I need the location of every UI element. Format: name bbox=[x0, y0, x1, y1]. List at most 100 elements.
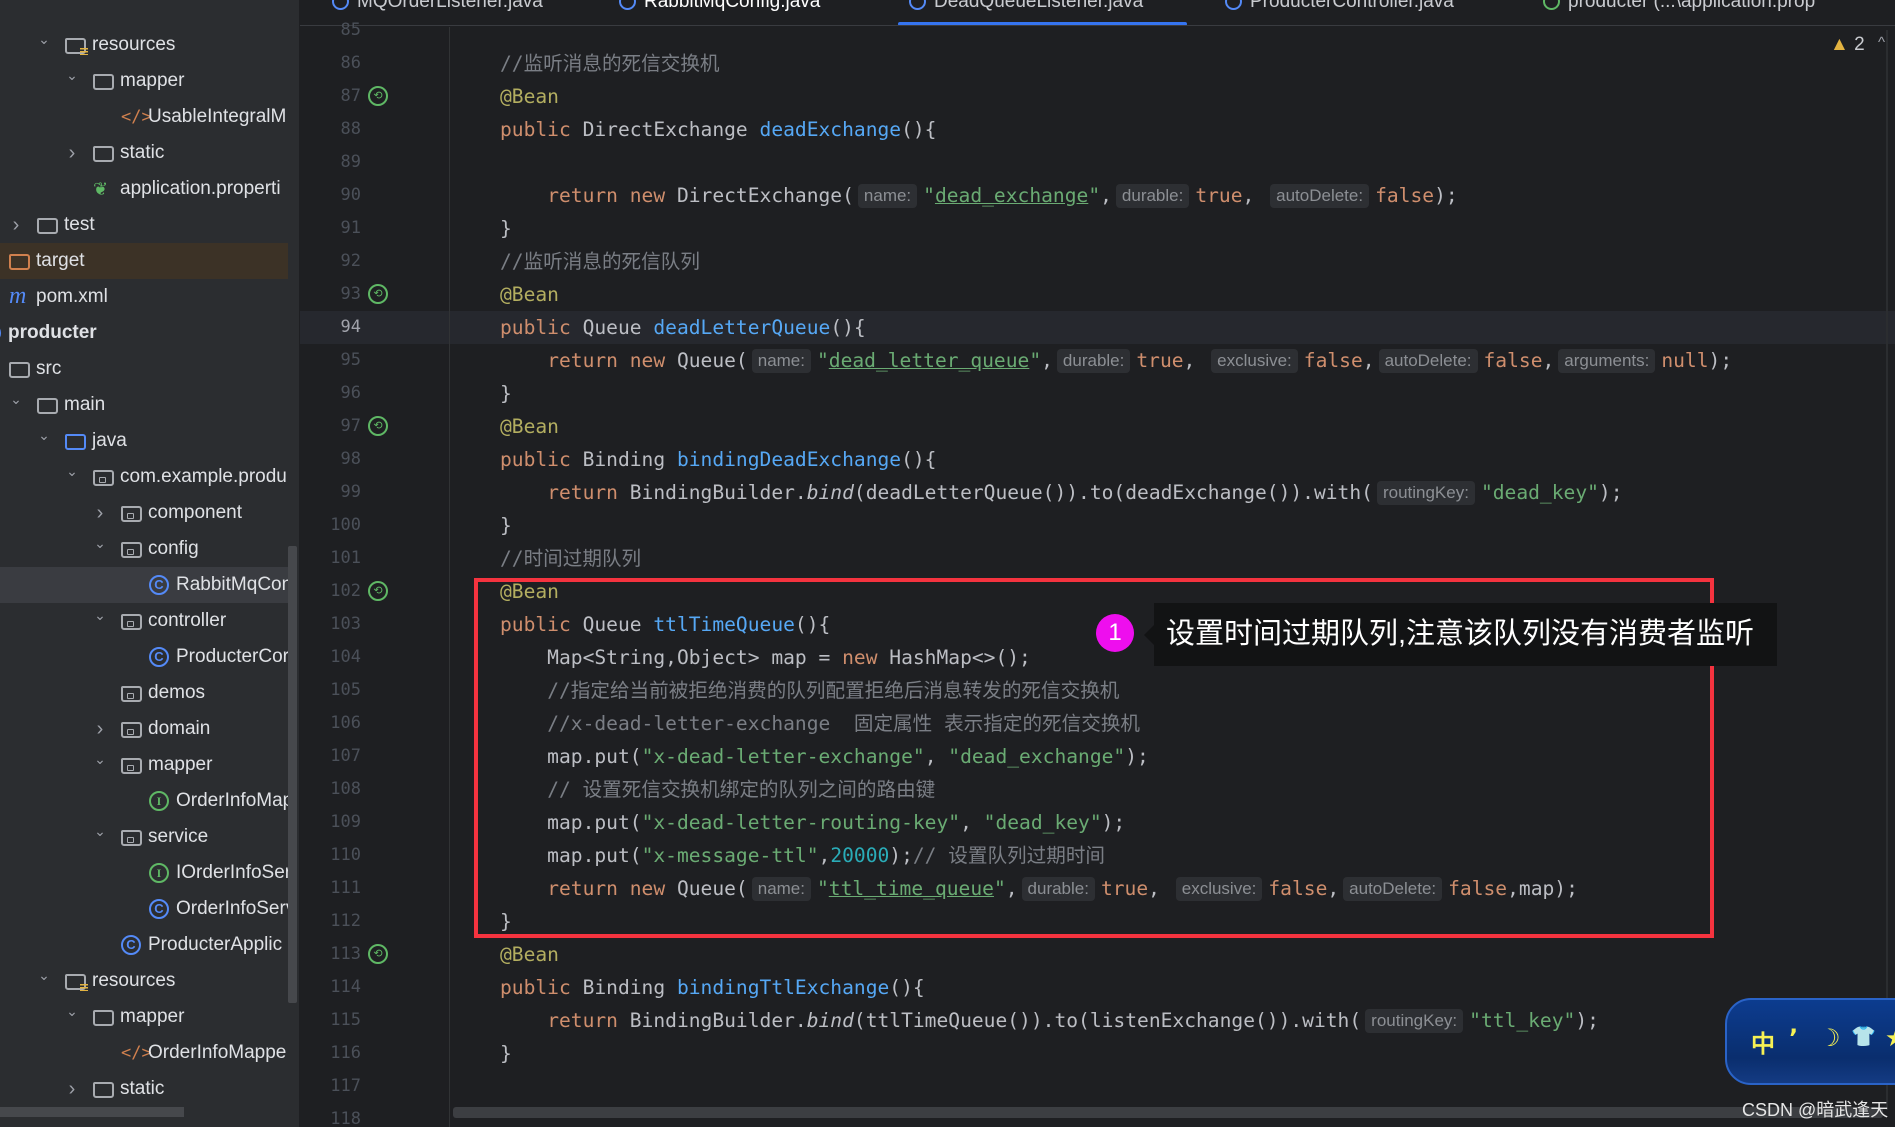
project-tree-vertical-scrollbar[interactable] bbox=[288, 546, 297, 1003]
tree-item[interactable]: ⌄ config bbox=[0, 531, 288, 567]
tree-item[interactable]: › domain bbox=[0, 711, 288, 747]
tree-item-label: RabbitMqCon bbox=[176, 574, 293, 595]
ime-moon-icon[interactable]: ☽ bbox=[1819, 1024, 1841, 1053]
class-icon: C bbox=[149, 575, 169, 595]
chevron-right-icon[interactable]: › bbox=[65, 1079, 79, 1099]
tree-item[interactable]: ⌄ service bbox=[0, 819, 288, 855]
chevron-down-icon[interactable]: ⌄ bbox=[37, 966, 51, 984]
tree-item[interactable]: ❦ application.properti bbox=[0, 171, 288, 207]
editor-horizontal-scrollbar[interactable] bbox=[453, 1107, 1883, 1118]
chevron-down-icon[interactable]: ⌄ bbox=[9, 390, 23, 408]
spring-bean-gutter-icon[interactable]: ⟲ bbox=[368, 416, 388, 436]
spring-bean-gutter-icon[interactable]: ⟲ bbox=[368, 581, 388, 601]
tree-item[interactable]: ⌄ resources bbox=[0, 27, 288, 63]
code-line: return BindingBuilder.bind(ttlTimeQueue(… bbox=[500, 1004, 1599, 1037]
ime-skin-icon[interactable]: 👕 bbox=[1851, 1024, 1876, 1049]
tree-item[interactable]: ⌄ mapper bbox=[0, 999, 288, 1035]
code-token: null bbox=[1661, 349, 1709, 372]
tree-item[interactable]: ⌄ mapper bbox=[0, 63, 288, 99]
tree-item[interactable]: ⌄ controller bbox=[0, 603, 288, 639]
tree-item[interactable]: C OrderInfoServ bbox=[0, 891, 295, 927]
code-token: ); bbox=[1708, 349, 1733, 372]
tree-item[interactable]: ⌄ resources bbox=[0, 963, 288, 999]
excluded-folder-icon bbox=[9, 254, 30, 270]
line-number: 108 bbox=[330, 779, 361, 799]
maven-icon: m bbox=[9, 283, 27, 309]
chevron-down-icon[interactable]: ⌄ bbox=[93, 750, 107, 768]
chevron-up-icon[interactable]: ^ bbox=[1878, 34, 1885, 51]
ime-chinese-icon[interactable]: 中 bbox=[1751, 1024, 1775, 1059]
tree-item-label: mapper bbox=[148, 754, 213, 775]
chevron-down-icon[interactable]: ⌄ bbox=[93, 822, 107, 840]
tree-item[interactable]: I IOrderInfoSer bbox=[0, 855, 291, 891]
tree-item[interactable]: demos bbox=[0, 675, 288, 711]
chevron-right-icon[interactable]: › bbox=[93, 719, 107, 739]
line-number: 113 bbox=[330, 944, 361, 964]
tree-item[interactable]: target bbox=[0, 243, 288, 279]
tree-item[interactable]: › test bbox=[0, 207, 288, 243]
code-token: bind bbox=[806, 1009, 854, 1032]
interface-icon: I bbox=[149, 863, 169, 883]
chevron-down-icon[interactable]: ⌄ bbox=[37, 30, 51, 48]
chevron-down-icon[interactable]: ⌄ bbox=[93, 534, 107, 552]
tree-item[interactable]: C RabbitMqCon bbox=[0, 567, 292, 603]
spring-bean-gutter-icon[interactable]: ⟲ bbox=[368, 944, 388, 964]
spring-bean-gutter-icon[interactable]: ⟲ bbox=[368, 86, 388, 106]
code-line: public Binding bindingDeadExchange(){ bbox=[500, 443, 936, 476]
chevron-down-icon[interactable]: ⌄ bbox=[93, 606, 107, 624]
warning-indicator[interactable]: ▲ 2 bbox=[1830, 34, 1865, 56]
tree-item-label: producter bbox=[8, 322, 97, 343]
tree-item[interactable]: </> UsableIntegralM bbox=[0, 99, 288, 135]
parameter-hint: autoDelete: bbox=[1378, 349, 1478, 373]
line-number: 112 bbox=[330, 911, 361, 931]
tree-item[interactable]: C ProducterCor bbox=[0, 639, 289, 675]
tree-item[interactable]: ⌄ java bbox=[0, 423, 288, 459]
tree-item[interactable]: src bbox=[0, 351, 288, 387]
code-token: , bbox=[1183, 349, 1208, 372]
tree-item[interactable]: producter bbox=[0, 315, 288, 351]
parameter-hint: durable: bbox=[1115, 184, 1190, 208]
spring-bean-gutter-icon[interactable]: ⟲ bbox=[368, 284, 388, 304]
chevron-right-icon[interactable]: › bbox=[9, 215, 23, 235]
tree-item[interactable]: ⌄ mapper bbox=[0, 747, 288, 783]
ime-punctuation-icon[interactable]: ٬ bbox=[1789, 1024, 1798, 1053]
tree-item-label: mapper bbox=[120, 1006, 185, 1027]
code-token: //监听消息的死信交换机 bbox=[500, 52, 720, 75]
code-token: deadExchange bbox=[759, 118, 902, 141]
code-line: @Bean bbox=[500, 938, 559, 971]
parameter-hint: exclusive: bbox=[1211, 349, 1298, 373]
tree-item[interactable]: I OrderInfoMap bbox=[0, 783, 293, 819]
watermark: CSDN @暗武逢天 bbox=[1742, 1100, 1889, 1120]
tree-item[interactable]: › static bbox=[0, 1071, 288, 1107]
tree-item[interactable]: › component bbox=[0, 495, 288, 531]
editor-vertical-scrollbar[interactable] bbox=[1886, 30, 1888, 1110]
chevron-down-icon[interactable]: ⌄ bbox=[65, 1002, 79, 1020]
code-token: DirectExchange bbox=[582, 118, 760, 141]
chevron-right-icon[interactable]: › bbox=[65, 143, 79, 163]
line-number: 114 bbox=[330, 977, 361, 997]
chevron-down-icon[interactable]: ⌄ bbox=[65, 66, 79, 84]
chevron-down-icon[interactable]: ⌄ bbox=[37, 426, 51, 444]
code-line: @Bean bbox=[500, 278, 559, 311]
chevron-down-icon[interactable]: ⌄ bbox=[65, 462, 79, 480]
code-token: , bbox=[1242, 184, 1267, 207]
tree-item-label: com.example.produ bbox=[120, 466, 287, 487]
line-number: 110 bbox=[330, 845, 361, 865]
code-token: false bbox=[1375, 184, 1435, 207]
tree-item[interactable]: </> OrderInfoMappe bbox=[0, 1035, 288, 1071]
code-token: "dead_key" bbox=[1480, 481, 1599, 504]
chevron-right-icon[interactable]: › bbox=[93, 503, 107, 523]
tree-item[interactable]: m pom.xml bbox=[0, 279, 288, 315]
project-tree-horizontal-scrollbar[interactable] bbox=[0, 1107, 184, 1117]
folder-icon bbox=[93, 1010, 114, 1026]
ime-star-icon[interactable]: ★ bbox=[1885, 1024, 1895, 1053]
tree-item[interactable]: ⌄ com.example.produ bbox=[0, 459, 288, 495]
package-icon bbox=[121, 614, 142, 630]
code-token: Binding bbox=[582, 448, 677, 471]
code-editor[interactable]: //监听消息的死信交换机 @Bean public DirectExchange d… bbox=[450, 0, 1895, 1127]
tree-item[interactable]: C ProducterApplic bbox=[0, 927, 288, 963]
tree-item[interactable]: ⌄ main bbox=[0, 387, 288, 423]
ime-toolbar[interactable]: 中 ٬ ☽ 👕 ★ bbox=[1725, 998, 1895, 1085]
tree-item[interactable]: › static bbox=[0, 135, 288, 171]
